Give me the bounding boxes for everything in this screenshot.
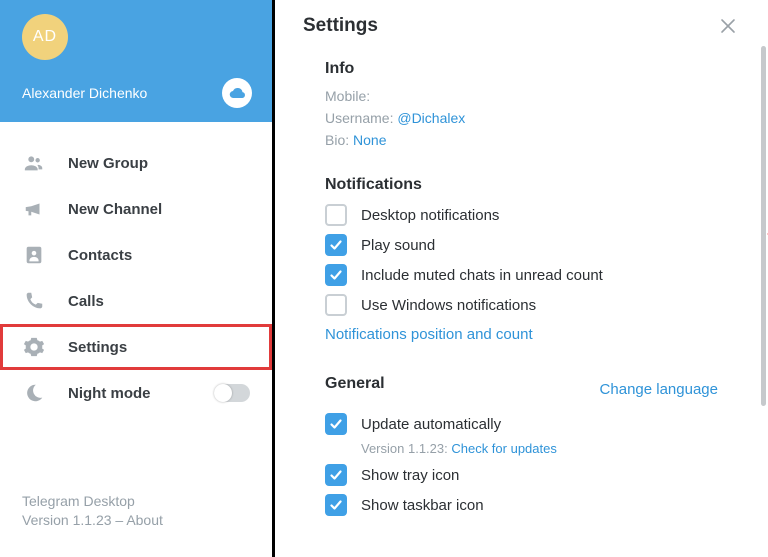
menu-label: Contacts bbox=[68, 247, 132, 264]
avatar-initials: AD bbox=[33, 28, 57, 46]
general-heading: General bbox=[325, 375, 385, 393]
notifications-position-link[interactable]: Notifications position and count bbox=[325, 326, 533, 343]
contact-icon bbox=[22, 243, 46, 267]
checkbox-label: Update automatically bbox=[361, 416, 501, 433]
megaphone-icon bbox=[22, 197, 46, 221]
info-mobile: Mobile: bbox=[325, 88, 718, 104]
footer-version: Version 1.1.23 – bbox=[22, 512, 126, 528]
checkbox-label: Play sound bbox=[361, 237, 435, 254]
avatar[interactable]: AD bbox=[22, 14, 68, 60]
info-bio: Bio: None bbox=[325, 132, 718, 148]
page-title: Settings bbox=[303, 15, 378, 37]
username-link[interactable]: @Dichalex bbox=[397, 110, 465, 126]
checkbox-show-taskbar[interactable]: Show taskbar icon bbox=[325, 494, 718, 516]
menu-label: New Channel bbox=[68, 201, 162, 218]
checkbox-play-sound[interactable]: Play sound bbox=[325, 234, 718, 256]
checkbox-label: Include muted chats in unread count bbox=[361, 267, 603, 284]
group-icon bbox=[22, 151, 46, 175]
gear-icon bbox=[22, 335, 46, 359]
checkbox-label: Desktop notifications bbox=[361, 207, 499, 224]
checkbox-icon bbox=[325, 234, 347, 256]
checkbox-icon bbox=[325, 204, 347, 226]
night-mode-toggle[interactable] bbox=[214, 384, 250, 402]
about-link[interactable]: About bbox=[126, 512, 163, 528]
moon-icon bbox=[22, 381, 46, 405]
section-general: General Change language Update automatic… bbox=[325, 361, 718, 532]
checkbox-icon bbox=[325, 294, 347, 316]
settings-scroll[interactable]: Info Mobile: Username: @Dichalex Bio: No… bbox=[275, 46, 768, 557]
info-username: Username: @Dichalex bbox=[325, 110, 718, 126]
checkbox-windows-notifications[interactable]: Use Windows notifications bbox=[325, 294, 718, 316]
section-info: Info Mobile: Username: @Dichalex Bio: No… bbox=[325, 46, 718, 162]
scrollbar[interactable] bbox=[761, 46, 766, 406]
menu-label: Settings bbox=[68, 339, 127, 356]
check-updates-link[interactable]: Check for updates bbox=[451, 441, 557, 456]
footer-appname: Telegram Desktop bbox=[22, 492, 250, 512]
checkbox-icon bbox=[325, 413, 347, 435]
sidebar-header: AD Alexander Dichenko bbox=[0, 0, 272, 122]
phone-icon bbox=[22, 289, 46, 313]
change-language-link[interactable]: Change language bbox=[600, 381, 718, 398]
menu-item-new-channel[interactable]: New Channel bbox=[0, 186, 272, 232]
menu-item-calls[interactable]: Calls bbox=[0, 278, 272, 324]
checkbox-desktop-notifications[interactable]: Desktop notifications bbox=[325, 204, 718, 226]
cloud-button[interactable] bbox=[222, 78, 252, 108]
checkbox-label: Show taskbar icon bbox=[361, 497, 484, 514]
sidebar-menu: New Group New Channel Contacts Calls Set… bbox=[0, 122, 272, 492]
checkbox-icon bbox=[325, 464, 347, 486]
menu-item-settings[interactable]: Settings bbox=[0, 324, 272, 370]
checkbox-label: Show tray icon bbox=[361, 467, 459, 484]
checkbox-label: Use Windows notifications bbox=[361, 297, 536, 314]
checkbox-update-auto[interactable]: Update automatically bbox=[325, 413, 718, 435]
menu-label: Night mode bbox=[68, 385, 151, 402]
sidebar-footer: Telegram Desktop Version 1.1.23 – About bbox=[0, 492, 272, 557]
menu-label: New Group bbox=[68, 155, 148, 172]
notifications-heading: Notifications bbox=[325, 176, 718, 194]
close-icon bbox=[720, 18, 736, 34]
bio-link[interactable]: None bbox=[353, 132, 386, 148]
checkbox-show-tray[interactable]: Show tray icon bbox=[325, 464, 718, 486]
update-subtext: Version 1.1.23: Check for updates bbox=[361, 441, 718, 456]
menu-item-new-group[interactable]: New Group bbox=[0, 140, 272, 186]
close-button[interactable] bbox=[716, 14, 740, 38]
checkbox-icon bbox=[325, 494, 347, 516]
menu-item-night-mode[interactable]: Night mode bbox=[0, 370, 272, 416]
section-notifications: Notifications Desktop notifications Play… bbox=[325, 162, 718, 361]
menu-item-contacts[interactable]: Contacts bbox=[0, 232, 272, 278]
menu-label: Calls bbox=[68, 293, 104, 310]
user-name: Alexander Dichenko bbox=[22, 85, 147, 101]
checkbox-include-muted[interactable]: Include muted chats in unread count bbox=[325, 264, 718, 286]
checkbox-icon bbox=[325, 264, 347, 286]
info-heading: Info bbox=[325, 60, 718, 78]
cloud-icon bbox=[228, 87, 246, 99]
